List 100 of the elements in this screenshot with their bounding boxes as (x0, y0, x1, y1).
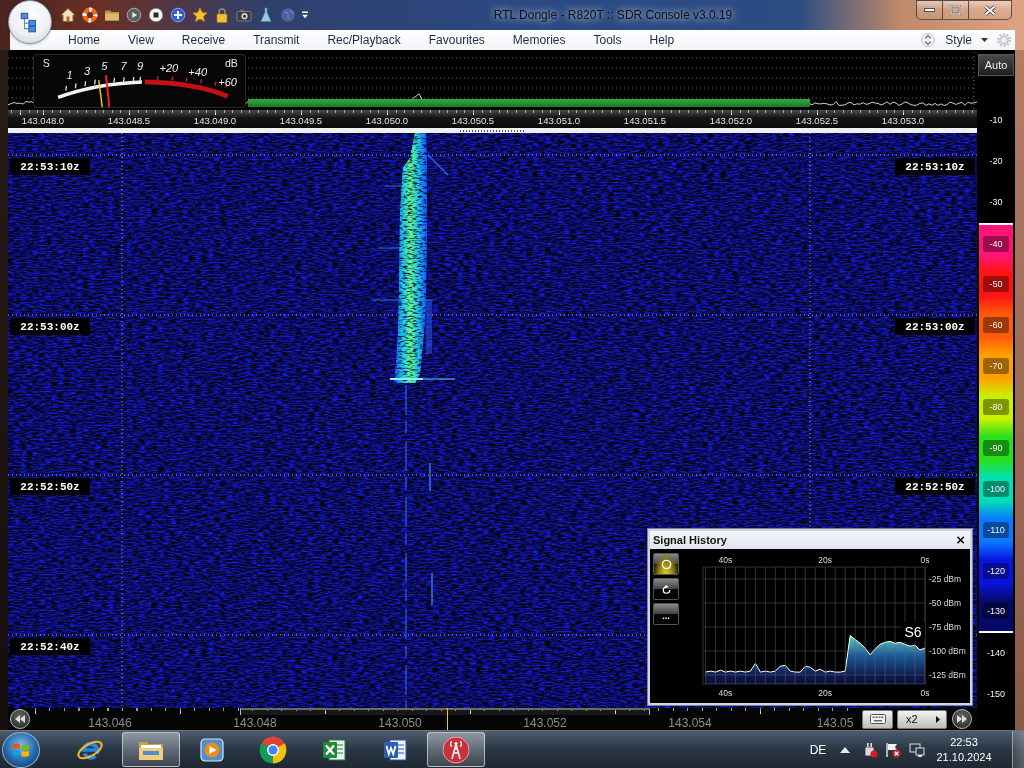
ring-button[interactable] (653, 553, 679, 575)
close-button[interactable]: × (954, 532, 967, 548)
scale-label: -40 (983, 236, 1009, 252)
scale-label: -140 (987, 647, 1005, 659)
lifebuoy-icon[interactable] (82, 7, 98, 23)
frequency-label: 143.052.5 (795, 115, 839, 127)
clock[interactable]: 22:53 21.10.2024 (930, 734, 998, 765)
scale-label: -60 (983, 317, 1009, 333)
auto-button[interactable]: Auto (978, 54, 1014, 76)
frequency-label: 143.052.0 (709, 115, 753, 127)
camera-icon[interactable] (236, 7, 252, 23)
star-icon[interactable] (192, 7, 208, 23)
db-scale-label: +40 (188, 66, 208, 79)
refresh-button[interactable] (653, 578, 679, 600)
scroll-right-button[interactable] (952, 709, 972, 729)
frequency-label: 143.046 (88, 716, 132, 730)
frequency-label: 143.054 (668, 716, 712, 730)
frequency-label: 143.049.0 (193, 115, 237, 127)
menu-item[interactable]: Tools (579, 30, 636, 50)
s-scale-label: 3 (83, 65, 91, 78)
flag-icon[interactable] (885, 741, 901, 758)
menu-item[interactable]: Help (635, 30, 689, 50)
keyboard-icon (869, 714, 886, 724)
menu-item[interactable]: Favourites (414, 30, 499, 50)
menu-item[interactable]: Rec/Playback (313, 30, 415, 50)
stop-icon[interactable] (148, 7, 164, 23)
keyboard-button[interactable] (862, 709, 893, 729)
s-scale-label: 7 (120, 60, 127, 73)
lock-icon[interactable] (214, 7, 230, 23)
scale-label: -70 (983, 358, 1009, 374)
home-icon[interactable] (60, 7, 76, 23)
panel-title: Signal History (653, 534, 727, 546)
start-button[interactable] (2, 731, 40, 768)
network-icon[interactable] (909, 741, 925, 758)
s-unit-label: S (42, 56, 50, 69)
antenna-tower-icon (442, 735, 470, 764)
frequency-label: 143.048.5 (107, 115, 151, 127)
flask-icon[interactable] (258, 7, 274, 23)
db-scale-label: +60 (218, 75, 237, 88)
scale-label: -150 (987, 688, 1005, 700)
menu-item[interactable]: View (114, 30, 168, 50)
caret-icon (981, 38, 988, 42)
level-axis-label: -100 dBm (929, 646, 966, 657)
scale-label: -20 (989, 155, 1003, 167)
scale-label: -130 (983, 603, 1009, 619)
maximize-icon (950, 5, 961, 15)
language-indicator[interactable]: DE (808, 742, 828, 757)
level-axis-label: -75 dBm (929, 622, 962, 633)
frequency-label: 143.048 (233, 716, 277, 730)
menu-item[interactable]: Receive (167, 30, 240, 50)
fast-forward-icon (957, 715, 967, 723)
frequency-label: 143.048.0 (21, 115, 65, 127)
taskbar-app-button[interactable] (122, 732, 180, 767)
scale-label: -90 (983, 440, 1009, 456)
menu-item[interactable]: Memories (498, 30, 580, 50)
minimize-button[interactable] (916, 0, 943, 20)
more-button[interactable]: ... (653, 603, 679, 625)
style-menu[interactable]: Style (941, 31, 992, 49)
application-button[interactable] (8, 0, 52, 44)
close-icon (984, 4, 996, 16)
frequency-label: 143.050.0 (365, 115, 409, 127)
visible-range-band[interactable] (240, 708, 650, 715)
db-scale-label: +20 (159, 62, 179, 75)
frequency-label: 143.050.5 (451, 115, 495, 127)
play-icon[interactable] (126, 7, 142, 23)
scale-label: -10 (989, 114, 1003, 126)
ring-icon (660, 558, 672, 570)
close-button[interactable] (969, 0, 1012, 20)
caret-icon (936, 715, 940, 723)
frequency-label: 143.05 (816, 716, 854, 730)
scroll-left-button[interactable] (10, 709, 30, 729)
expand-collapse-icon[interactable] (921, 32, 936, 48)
menu-item[interactable]: Home (54, 30, 114, 50)
s-reading: S6 (901, 621, 925, 641)
time-axis-label: 40s (718, 688, 733, 698)
frequency-label: 143.053.0 (881, 115, 925, 127)
taskbar-app-button[interactable] (427, 732, 485, 767)
menu-item[interactable]: Transmit (239, 30, 314, 50)
s-scale-label: 9 (136, 60, 144, 73)
minimize-icon (924, 8, 935, 12)
rewind-icon (15, 715, 25, 723)
time-axis-label: 20s (818, 555, 833, 565)
db-unit-label: dB (225, 56, 238, 69)
maximize-button[interactable] (943, 0, 969, 20)
tuning-line (447, 708, 448, 730)
time-axis-label: 0s (920, 688, 930, 698)
zoom-button[interactable]: x2 (897, 709, 947, 729)
s-scale-label: 1 (66, 69, 73, 82)
play-tile-icon (198, 735, 226, 764)
frequency-label: 143.051.5 (623, 115, 667, 127)
scale-label: -120 (983, 563, 1009, 579)
up-arrow-icon[interactable] (840, 746, 850, 753)
time-axis-label: 40s (718, 555, 733, 565)
time-axis-label: 0s (920, 555, 930, 565)
show-desktop-button[interactable] (1012, 731, 1024, 768)
splitter-handle[interactable] (460, 129, 525, 132)
power-plug-icon[interactable] (862, 741, 878, 758)
frequency-label: 143.051.0 (537, 115, 581, 127)
plus-icon[interactable] (170, 7, 186, 23)
frequency-label: 143.052 (523, 716, 567, 730)
